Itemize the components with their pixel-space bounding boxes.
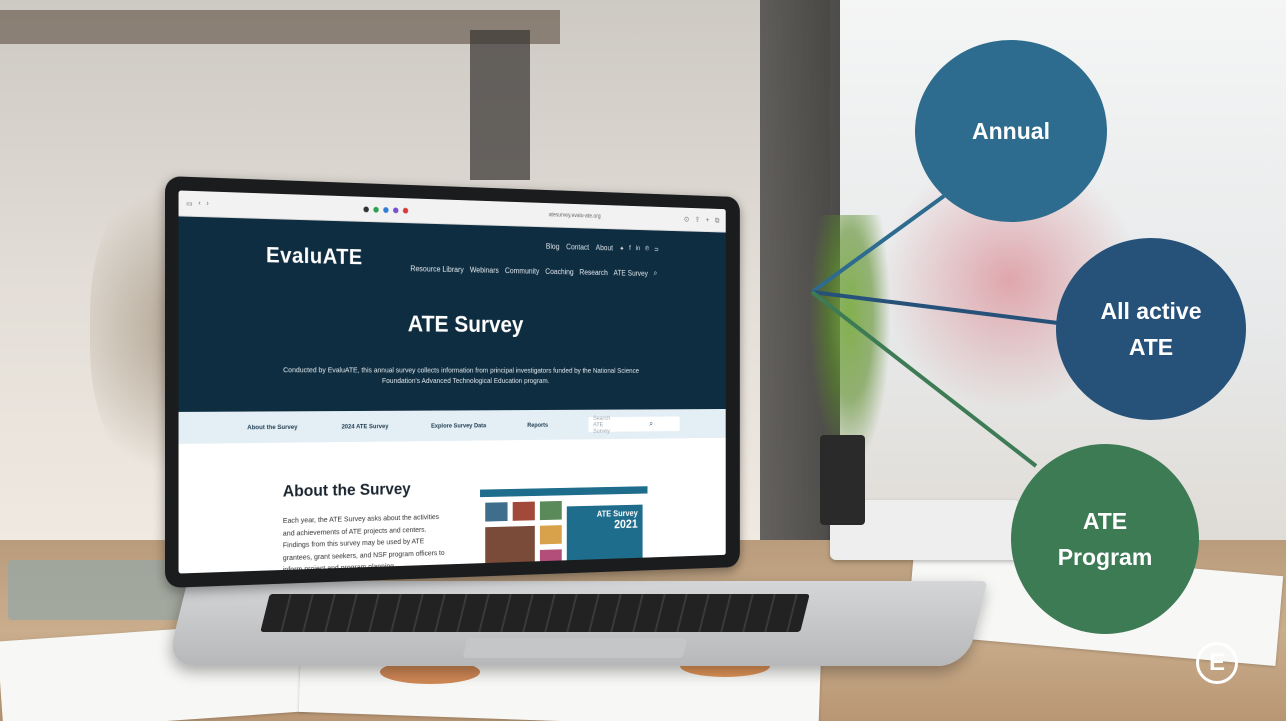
- logo-letter: E: [1208, 649, 1225, 676]
- callout-ate-program: ATE Program: [1011, 444, 1199, 634]
- callout-annual-label: Annual: [972, 118, 1050, 144]
- connector-ate-program: [810, 290, 1038, 468]
- connector-annual: [810, 194, 946, 294]
- callout-ate-program-label: ATE Program: [1057, 508, 1153, 570]
- callout-all-active: All active ATE: [1056, 238, 1246, 420]
- evaluate-logo-mark: E: [1196, 642, 1238, 684]
- callout-annual: Annual: [915, 40, 1107, 222]
- callout-all-active-label: All active ATE: [1100, 298, 1202, 360]
